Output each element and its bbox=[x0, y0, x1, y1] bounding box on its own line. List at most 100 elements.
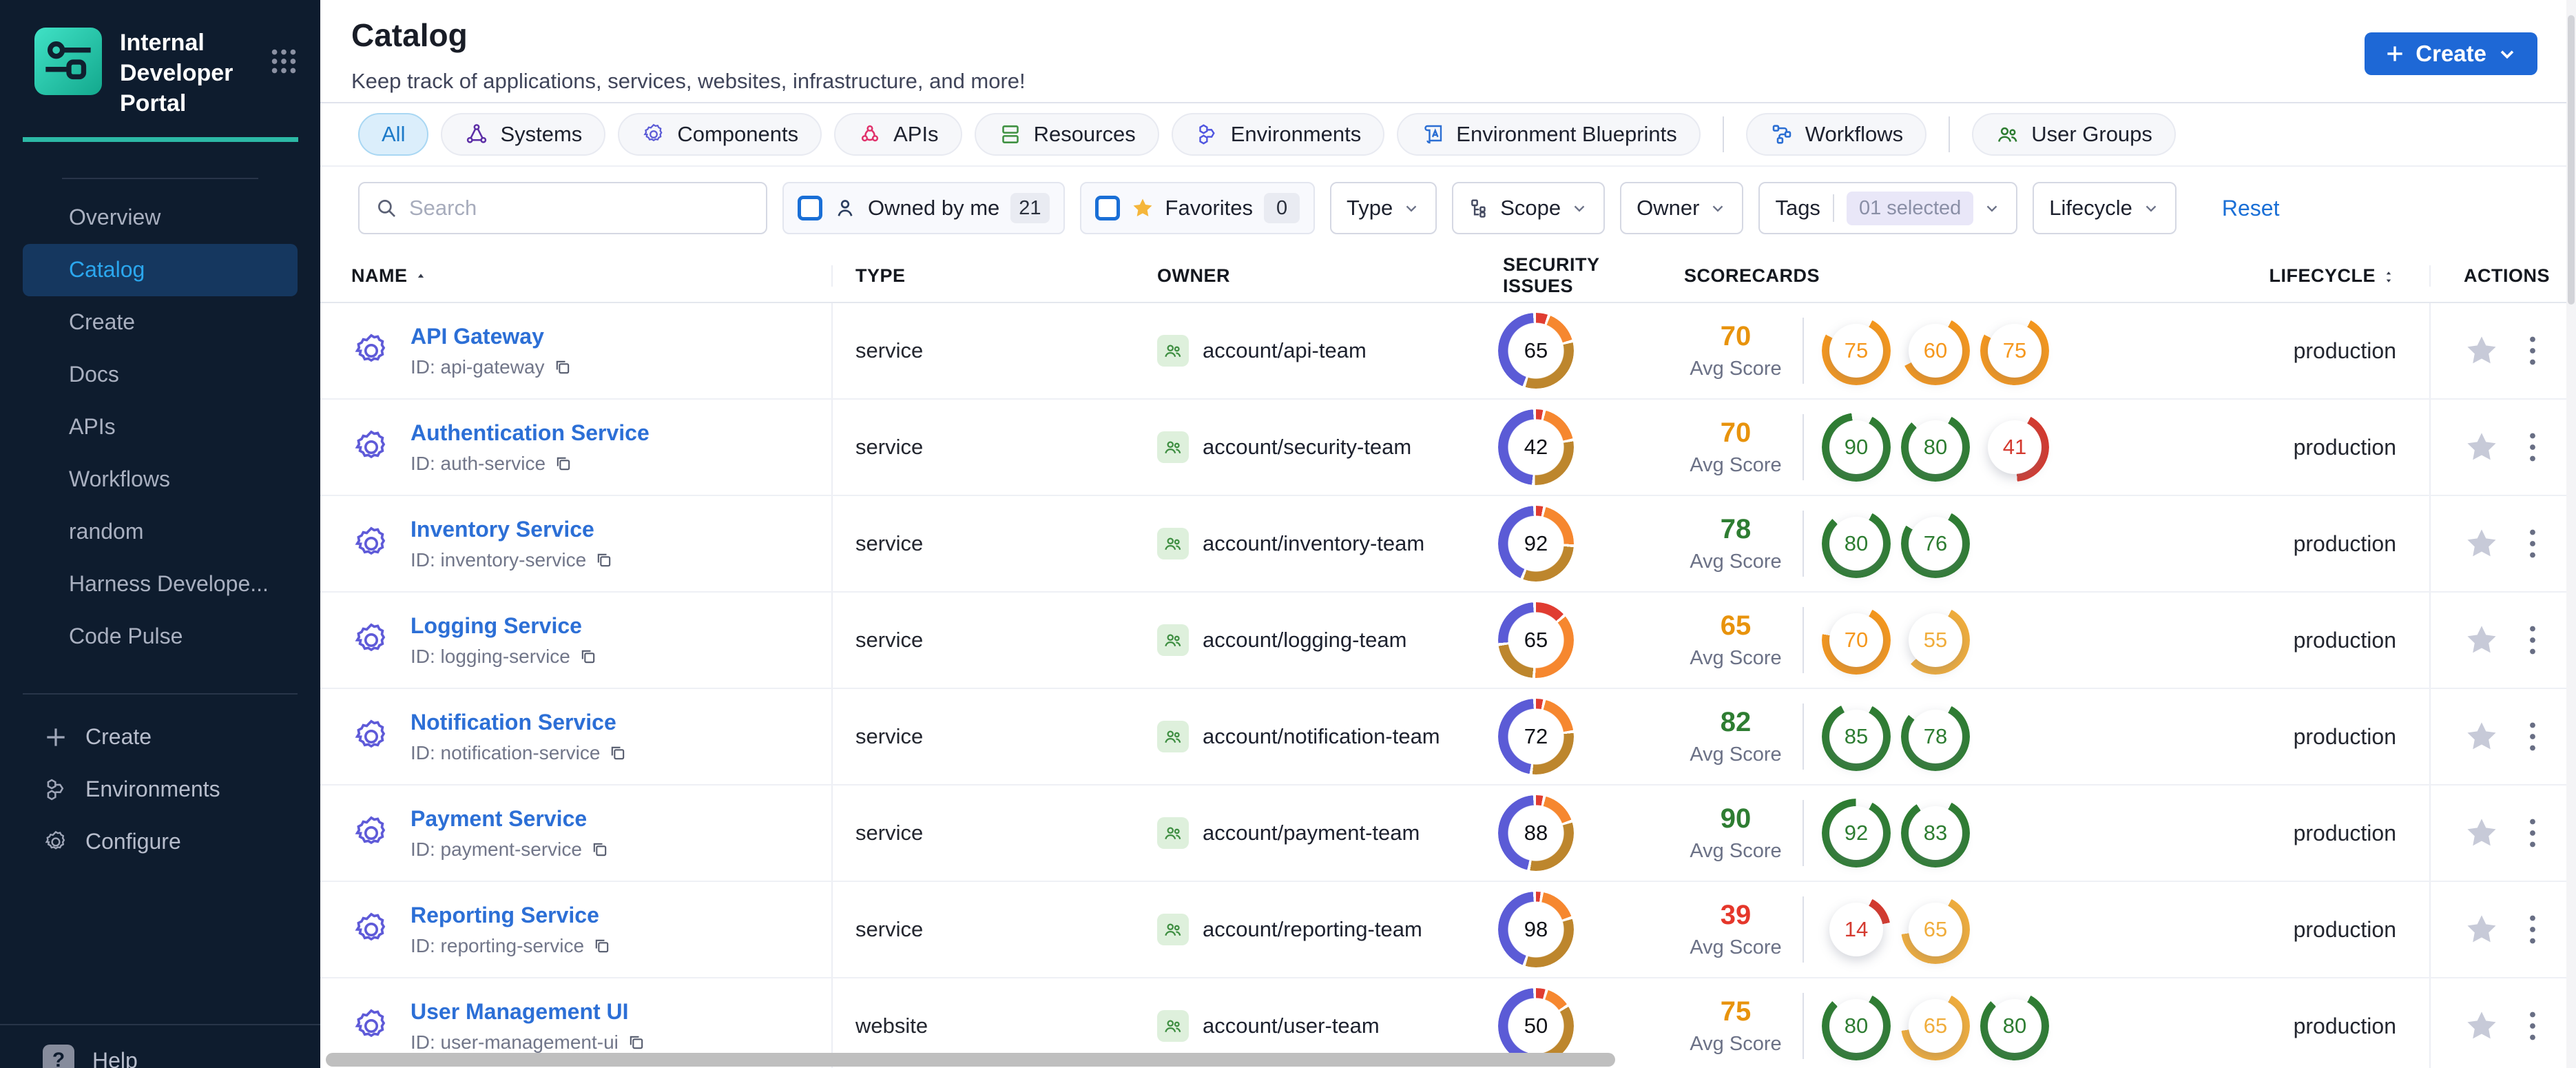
kebab-menu-icon[interactable] bbox=[2520, 1008, 2545, 1044]
tab-resources[interactable]: Resources bbox=[974, 113, 1159, 156]
kebab-menu-icon[interactable] bbox=[2520, 429, 2545, 465]
scorecard-ring[interactable]: 76 bbox=[1901, 509, 1970, 578]
owner-chip[interactable]: account/security-team bbox=[1157, 431, 1411, 463]
sidebar-item-workflows[interactable]: Workflows bbox=[0, 453, 320, 506]
scorecard-ring[interactable]: 78 bbox=[1901, 702, 1970, 771]
owned-by-me-filter[interactable]: Owned by me 21 bbox=[782, 182, 1065, 234]
vertical-scrollbar-thumb[interactable] bbox=[2568, 15, 2575, 305]
sidebar-item-overview[interactable]: Overview bbox=[0, 192, 320, 244]
sidebar-item-environments[interactable]: Environments bbox=[0, 763, 320, 816]
copy-icon[interactable] bbox=[590, 840, 610, 859]
scorecard-ring[interactable]: 41 bbox=[1980, 413, 2049, 482]
sidebar-item-catalog[interactable]: Catalog bbox=[23, 243, 298, 296]
entity-name-link[interactable]: Reporting Service bbox=[411, 903, 612, 928]
copy-icon[interactable] bbox=[627, 1033, 646, 1052]
tab-user-groups[interactable]: User Groups bbox=[1972, 113, 2176, 156]
tab-all[interactable]: All bbox=[358, 113, 429, 156]
sidebar-item-apis[interactable]: APIs bbox=[0, 401, 320, 453]
scorecard-ring[interactable]: 80 bbox=[1822, 992, 1891, 1060]
column-header-name[interactable]: NAME bbox=[320, 265, 833, 287]
sidebar-item-help[interactable]: ? Help bbox=[43, 1045, 138, 1068]
type-dropdown[interactable]: Type bbox=[1330, 182, 1437, 234]
scorecard-ring[interactable]: 70 bbox=[1822, 606, 1891, 675]
sidebar-item-docs[interactable]: Docs bbox=[0, 349, 320, 401]
sidebar-item-configure[interactable]: Configure bbox=[0, 816, 320, 868]
scorecard-ring[interactable]: 14 bbox=[1822, 895, 1891, 964]
sidebar-item-code-pulse[interactable]: Code Pulse bbox=[0, 610, 320, 663]
kebab-menu-icon[interactable] bbox=[2520, 526, 2545, 562]
entity-name-link[interactable]: Logging Service bbox=[411, 613, 598, 639]
copy-icon[interactable] bbox=[553, 358, 572, 377]
entity-name-link[interactable]: Payment Service bbox=[411, 806, 610, 832]
app-grid-icon[interactable] bbox=[268, 45, 300, 77]
favorite-star-icon[interactable] bbox=[2464, 1008, 2500, 1044]
favorite-star-icon[interactable] bbox=[2464, 622, 2500, 658]
owner-dropdown[interactable]: Owner bbox=[1620, 182, 1744, 234]
tab-workflows[interactable]: Workflows bbox=[1745, 113, 1927, 156]
scorecard-ring[interactable]: 92 bbox=[1822, 799, 1891, 867]
owner-chip[interactable]: account/logging-team bbox=[1157, 624, 1406, 656]
favorites-checkbox[interactable] bbox=[1094, 196, 1120, 220]
entity-name-link[interactable]: User Management UI bbox=[411, 999, 646, 1025]
scorecard-ring[interactable]: 55 bbox=[1901, 606, 1970, 675]
favorite-star-icon[interactable] bbox=[2464, 429, 2500, 465]
reset-filters-link[interactable]: Reset bbox=[2222, 196, 2280, 221]
favorite-star-icon[interactable] bbox=[2464, 912, 2500, 947]
sidebar-item-create[interactable]: Create bbox=[0, 296, 320, 349]
owner-chip[interactable]: account/reporting-team bbox=[1157, 914, 1422, 945]
owner-chip[interactable]: account/payment-team bbox=[1157, 817, 1420, 849]
copy-icon[interactable] bbox=[592, 936, 612, 956]
scorecard-ring[interactable]: 83 bbox=[1901, 799, 1970, 867]
kebab-menu-icon[interactable] bbox=[2520, 333, 2545, 369]
entity-name-link[interactable]: API Gateway bbox=[411, 324, 572, 349]
sidebar-item-random[interactable]: random bbox=[0, 506, 320, 558]
scorecard-ring[interactable]: 65 bbox=[1901, 895, 1970, 964]
scope-dropdown[interactable]: Scope bbox=[1452, 182, 1606, 234]
kebab-menu-icon[interactable] bbox=[2520, 815, 2545, 851]
kebab-menu-icon[interactable] bbox=[2520, 622, 2545, 658]
favorites-filter[interactable]: Favorites 0 bbox=[1079, 182, 1316, 234]
scorecard-ring[interactable]: 75 bbox=[1980, 316, 2049, 385]
favorite-star-icon[interactable] bbox=[2464, 719, 2500, 754]
create-button[interactable]: Create bbox=[2365, 32, 2537, 75]
entity-name-link[interactable]: Inventory Service bbox=[411, 517, 614, 542]
scorecard-ring[interactable]: 75 bbox=[1822, 316, 1891, 385]
scorecard-ring[interactable]: 80 bbox=[1901, 413, 1970, 482]
owner-chip[interactable]: account/api-team bbox=[1157, 335, 1367, 367]
scorecard-ring[interactable]: 90 bbox=[1822, 413, 1891, 482]
kebab-menu-icon[interactable] bbox=[2520, 719, 2545, 754]
scorecard-ring[interactable]: 85 bbox=[1822, 702, 1891, 771]
tags-dropdown[interactable]: Tags 01 selected bbox=[1758, 182, 2018, 234]
vertical-scrollbar-track[interactable] bbox=[2566, 0, 2576, 1068]
lifecycle-dropdown[interactable]: Lifecycle bbox=[2033, 182, 2177, 234]
tab-apis[interactable]: APIs bbox=[834, 113, 962, 156]
search-input[interactable] bbox=[409, 196, 751, 220]
tab-environments[interactable]: Environments bbox=[1171, 113, 1385, 156]
owner-chip[interactable]: account/inventory-team bbox=[1157, 528, 1424, 559]
copy-icon[interactable] bbox=[594, 551, 614, 570]
scorecard-ring[interactable]: 65 bbox=[1901, 992, 1970, 1060]
kebab-menu-icon[interactable] bbox=[2520, 912, 2545, 947]
tab-systems[interactable]: Systems bbox=[441, 113, 606, 156]
entity-name-link[interactable]: Authentication Service bbox=[411, 420, 650, 446]
scorecard-ring[interactable]: 80 bbox=[1822, 509, 1891, 578]
owned-by-me-checkbox[interactable] bbox=[798, 196, 822, 220]
favorite-star-icon[interactable] bbox=[2464, 526, 2500, 562]
favorite-star-icon[interactable] bbox=[2464, 815, 2500, 851]
copy-icon[interactable] bbox=[608, 743, 627, 763]
column-header-lifecycle[interactable]: LIFECYCLE bbox=[2135, 265, 2429, 287]
owner-chip[interactable]: account/user-team bbox=[1157, 1010, 1380, 1042]
search-box[interactable] bbox=[358, 182, 767, 234]
scorecard-ring[interactable]: 80 bbox=[1980, 992, 2049, 1060]
tab-environment-blueprints[interactable]: Environment Blueprints bbox=[1397, 113, 1701, 156]
copy-icon[interactable] bbox=[554, 454, 573, 473]
scorecard-ring[interactable]: 60 bbox=[1901, 316, 1970, 385]
copy-icon[interactable] bbox=[579, 647, 598, 666]
owner-chip[interactable]: account/notification-team bbox=[1157, 721, 1440, 752]
sidebar-item-harness-develope[interactable]: Harness Develope... bbox=[0, 558, 320, 610]
horizontal-scrollbar-thumb[interactable] bbox=[326, 1053, 1615, 1067]
sidebar-item-create[interactable]: Create bbox=[0, 711, 320, 763]
tab-components[interactable]: Components bbox=[618, 113, 822, 156]
favorite-star-icon[interactable] bbox=[2464, 333, 2500, 369]
entity-name-link[interactable]: Notification Service bbox=[411, 710, 627, 735]
